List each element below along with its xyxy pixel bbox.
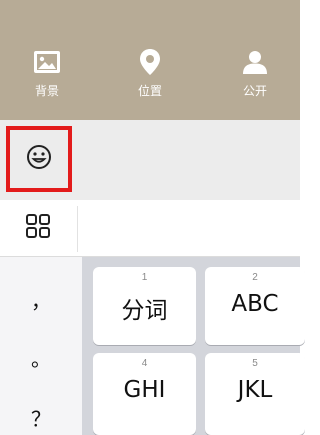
key-1-fenci[interactable]: 1 分词 — [93, 267, 196, 345]
keyboard-toolbar — [0, 200, 300, 257]
punct-comma-key[interactable]: ， — [0, 285, 82, 314]
key-number: 2 — [252, 272, 258, 283]
image-icon — [32, 48, 62, 76]
background-label: 背景 — [34, 84, 59, 98]
emoji-smiley-icon — [26, 144, 52, 175]
key-number: 5 — [252, 358, 258, 369]
divider — [77, 206, 78, 252]
key-4-ghi[interactable]: 4 GHI — [93, 353, 196, 435]
emoji-button[interactable] — [6, 126, 72, 192]
location-pin-icon — [135, 48, 165, 76]
punctuation-column: ， 。 ？ — [0, 257, 82, 435]
person-icon — [240, 48, 270, 76]
keyboard: ， 。 ？ 1 分词 2 ABC 4 GHI 5 JKL — [0, 257, 305, 435]
location-button[interactable]: 位置 — [118, 48, 182, 104]
key-label: JKL — [237, 377, 273, 403]
visibility-public-button[interactable]: 公开 — [223, 48, 287, 104]
key-number: 4 — [141, 358, 148, 369]
key-number: 1 — [141, 272, 148, 283]
key-label: ABC — [231, 291, 279, 317]
public-label: 公开 — [242, 84, 267, 98]
keyboard-menu-button[interactable] — [20, 212, 56, 244]
key-label: 分词 — [121, 298, 168, 324]
punct-period-key[interactable]: 。 — [0, 343, 82, 372]
key-2-abc[interactable]: 2 ABC — [205, 267, 305, 345]
post-toolbar: 背景 位置 公开 — [0, 0, 300, 120]
key-label: GHI — [123, 377, 166, 403]
emoji-bar — [0, 120, 300, 200]
grid-menu-icon — [25, 213, 51, 244]
background-button[interactable]: 背景 — [15, 48, 79, 104]
location-label: 位置 — [137, 84, 162, 98]
punct-question-key[interactable]: ？ — [0, 403, 82, 432]
key-5-jkl[interactable]: 5 JKL — [205, 353, 305, 435]
